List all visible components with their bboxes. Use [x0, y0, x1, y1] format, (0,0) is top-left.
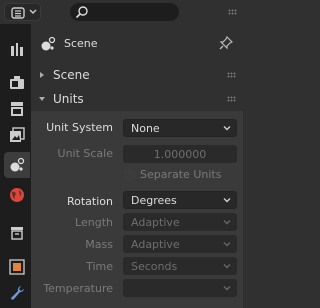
chevron-down-icon — [39, 97, 45, 101]
render-icon — [10, 76, 24, 89]
mass-label: Mass — [85, 238, 113, 251]
chevron-down-icon — [223, 242, 231, 247]
scene-icon — [41, 36, 56, 51]
length-label: Length — [75, 216, 113, 229]
separate-units-checkbox[interactable] — [124, 169, 136, 181]
tab-scene[interactable] — [4, 152, 30, 178]
search-input[interactable] — [70, 3, 179, 21]
rotation-dropdown[interactable]: Degrees — [123, 191, 237, 209]
panel-units-header[interactable]: Units — [31, 87, 243, 111]
chevron-down-icon — [29, 9, 37, 14]
rotation-label: Rotation — [66, 195, 113, 208]
panel-units-label: Units — [53, 92, 84, 106]
tab-modifier[interactable] — [4, 280, 30, 306]
panel-scene-header[interactable]: Scene — [31, 63, 243, 87]
wrench-icon — [11, 286, 24, 300]
unit-system-dropdown[interactable]: None — [123, 119, 237, 137]
unit-system-value: None — [131, 122, 160, 135]
panel-scene-label: Scene — [53, 68, 90, 82]
chevron-down-icon — [223, 126, 231, 131]
mass-dropdown[interactable]: Adaptive — [123, 235, 237, 253]
properties-editor-icon — [11, 7, 25, 19]
length-value: Adaptive — [131, 216, 180, 229]
chevron-down-icon — [223, 264, 231, 269]
chevron-down-icon — [223, 286, 231, 291]
time-dropdown[interactable]: Seconds — [123, 257, 237, 275]
tab-output[interactable] — [4, 96, 30, 122]
tab-tool[interactable] — [4, 36, 30, 62]
view-layer-icon — [10, 127, 25, 142]
grip-icon[interactable] — [227, 72, 236, 78]
unit-system-label: Unit System — [46, 121, 113, 134]
tab-view-layer[interactable] — [4, 122, 30, 148]
chevron-down-icon — [223, 198, 231, 203]
collection-icon — [11, 227, 23, 240]
mass-value: Adaptive — [131, 238, 180, 251]
pin-icon[interactable] — [219, 36, 233, 50]
tab-world[interactable] — [4, 182, 30, 208]
tool-icon — [11, 43, 23, 56]
properties-tab-bar — [0, 24, 31, 308]
output-icon — [11, 102, 23, 116]
tab-collection[interactable] — [4, 220, 30, 246]
rotation-value: Degrees — [131, 194, 177, 207]
unit-scale-value: 1.000000 — [153, 148, 207, 161]
context-title: Scene — [64, 37, 98, 50]
unit-scale-label: Unit Scale — [57, 147, 113, 160]
separate-units-label: Separate Units — [140, 168, 222, 181]
temperature-dropdown[interactable] — [123, 279, 237, 297]
world-icon — [10, 188, 24, 202]
header-grip-icon[interactable] — [228, 9, 237, 15]
editor-type-button[interactable] — [4, 3, 41, 21]
properties-header — [0, 0, 243, 24]
tab-object[interactable] — [4, 254, 30, 280]
temperature-label: Temperature — [43, 282, 113, 295]
search-icon — [75, 6, 88, 19]
chevron-down-icon — [223, 220, 231, 225]
time-value: Seconds — [131, 260, 178, 273]
unit-scale-field[interactable]: 1.000000 — [123, 145, 237, 163]
grip-icon[interactable] — [227, 96, 236, 102]
tab-render[interactable] — [4, 70, 30, 96]
scene-icon — [10, 157, 25, 172]
chevron-right-icon — [40, 72, 44, 78]
length-dropdown[interactable]: Adaptive — [123, 213, 237, 231]
object-icon — [9, 259, 25, 275]
time-label: Time — [86, 260, 113, 273]
